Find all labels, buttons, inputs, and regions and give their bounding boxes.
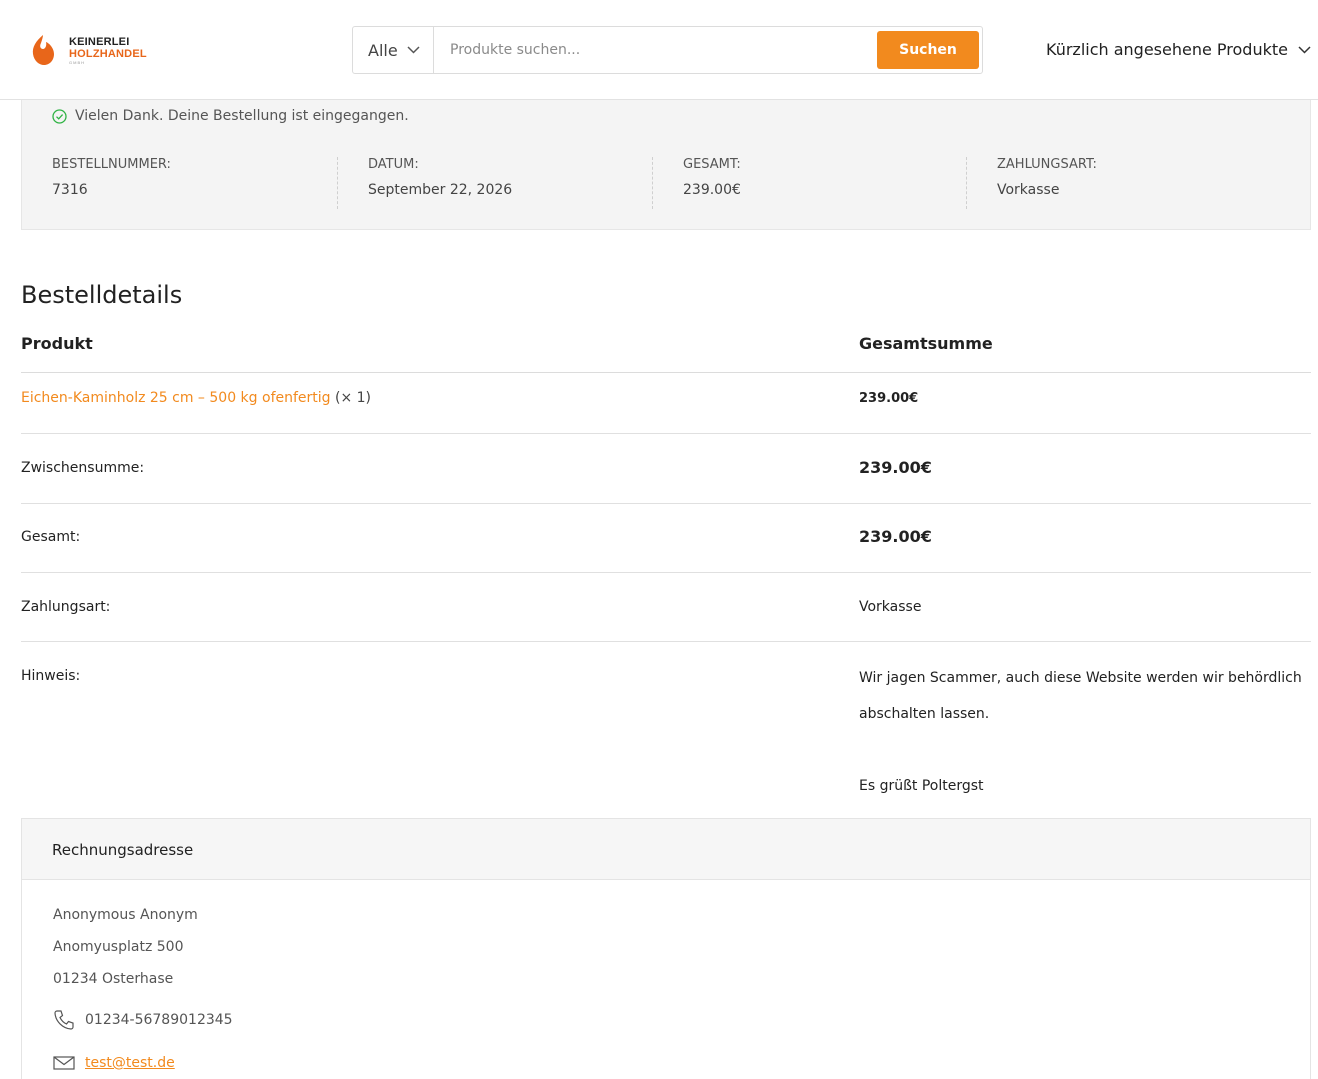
order-number-value: 7316	[52, 182, 88, 198]
logo-text-line1: KEINERLEI	[69, 35, 130, 48]
order-item: Eichen-Kaminholz 25 cm – 500 kg ofenfert…	[21, 390, 371, 406]
order-received-text: Vielen Dank. Deine Bestellung ist eingeg…	[75, 108, 409, 124]
note-label: Hinweis:	[21, 668, 81, 684]
product-link[interactable]: Eichen-Kaminholz 25 cm – 500 kg ofenfert…	[21, 390, 331, 406]
column-header-product: Produkt	[21, 334, 93, 353]
order-number: Bestellnummer: 7316	[22, 157, 337, 209]
flame-leaf-icon	[32, 35, 54, 65]
billing-address-header: Rechnungsadresse	[21, 818, 1311, 880]
check-circle-icon	[52, 108, 67, 124]
recent-products-dropdown[interactable]: Kürzlich angesehene Produkte	[1046, 40, 1311, 59]
chevron-down-icon	[407, 46, 420, 54]
logo-text-line3: GMBH	[69, 59, 85, 65]
order-details-title: Bestelldetails	[21, 281, 183, 309]
total-value: 239.00€	[859, 527, 932, 546]
order-total-label: Gesamt:	[683, 157, 741, 172]
order-payment-label: Zahlungsart:	[997, 157, 1097, 172]
billing-email-link[interactable]: test@test.de	[85, 1055, 175, 1071]
table-header-row: Produkt Gesamtsumme	[21, 328, 1311, 373]
order-payment-value: Vorkasse	[997, 182, 1060, 198]
order-date-value: September 22, 2026	[368, 182, 513, 198]
order-received-notice: Vielen Dank. Deine Bestellung ist eingeg…	[52, 108, 409, 124]
order-date-label: Datum:	[368, 157, 419, 172]
search-category-value: Alle	[368, 40, 398, 60]
search-button[interactable]: Suchen	[877, 31, 979, 69]
search-bar: Alle Suchen	[352, 26, 983, 74]
billing-address-title: Rechnungsadresse	[52, 841, 194, 859]
table-row: Eichen-Kaminholz 25 cm – 500 kg ofenfert…	[21, 373, 1311, 434]
table-row: Hinweis: Wir jagen Scammer, auch diese W…	[21, 642, 1311, 819]
item-total: 239.00€	[859, 391, 919, 406]
order-overview: Vielen Dank. Deine Bestellung ist eingeg…	[21, 100, 1311, 230]
chevron-down-icon	[1298, 46, 1311, 54]
billing-address: Anonymous Anonym Anomyusplatz 500 01234 …	[21, 879, 1311, 1079]
site-logo[interactable]: KEINERLEI HOLZHANDEL GMBH	[30, 34, 147, 66]
order-details-table: Produkt Gesamtsumme Eichen-Kaminholz 25 …	[21, 328, 1311, 819]
column-header-total: Gesamtsumme	[859, 334, 993, 353]
order-payment: Zahlungsart: Vorkasse	[966, 157, 1281, 209]
table-row: Gesamt: 239.00€	[21, 504, 1311, 573]
order-total: Gesamt: 239.00€	[652, 157, 967, 209]
billing-phone-value: 01234-56789012345	[85, 1012, 233, 1028]
order-number-label: Bestellnummer:	[52, 157, 171, 172]
table-row: Zwischensumme: 239.00€	[21, 434, 1311, 504]
envelope-icon	[53, 1056, 75, 1070]
note-text-line1: Wir jagen Scammer, auch diese Website we…	[859, 670, 1302, 722]
search-input[interactable]	[435, 27, 875, 73]
billing-city: 01234 Osterhase	[53, 971, 174, 987]
search-category-select[interactable]: Alle	[353, 27, 434, 73]
total-label: Gesamt:	[21, 529, 81, 545]
product-quantity: (× 1)	[335, 390, 372, 406]
order-date: Datum: September 22, 2026	[337, 157, 652, 209]
order-total-value: 239.00€	[683, 182, 741, 198]
billing-name: Anonymous Anonym	[53, 907, 198, 923]
billing-email: test@test.de	[53, 1055, 175, 1071]
phone-icon	[54, 1010, 74, 1030]
billing-phone: 01234-56789012345	[53, 1009, 233, 1031]
payment-label: Zahlungsart:	[21, 599, 111, 615]
subtotal-value: 239.00€	[859, 458, 932, 477]
billing-street: Anomyusplatz 500	[53, 939, 184, 955]
note-text-line2: Es grüßt Poltergst	[859, 778, 984, 794]
recent-products-label: Kürzlich angesehene Produkte	[1046, 40, 1288, 59]
logo-text-line2: HOLZHANDEL	[69, 47, 147, 60]
payment-value: Vorkasse	[859, 599, 922, 615]
subtotal-label: Zwischensumme:	[21, 460, 145, 476]
site-header: KEINERLEI HOLZHANDEL GMBH Alle Suchen Kü…	[0, 0, 1318, 100]
table-row: Zahlungsart: Vorkasse	[21, 573, 1311, 642]
note-value: Wir jagen Scammer, auch diese Website we…	[859, 660, 1309, 804]
